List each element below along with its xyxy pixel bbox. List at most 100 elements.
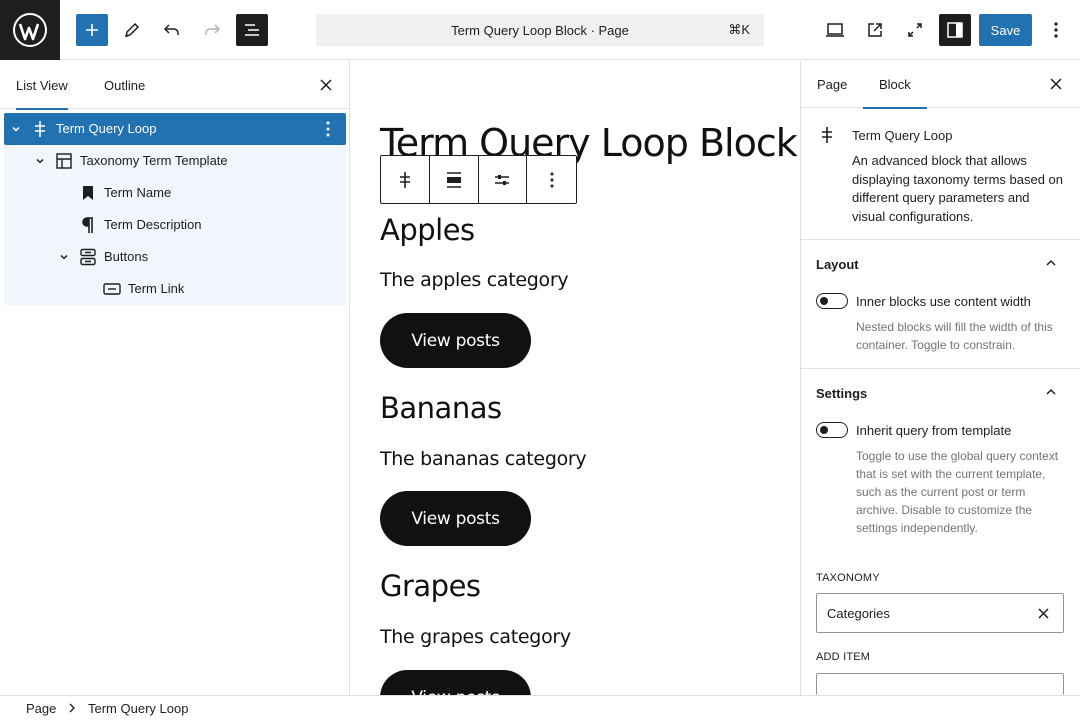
pilcrow-icon (79, 216, 97, 234)
tab-outline[interactable]: Outline (104, 61, 145, 109)
save-button[interactable]: Save (979, 14, 1032, 46)
wordpress-icon (13, 13, 47, 47)
plus-icon (86, 24, 98, 36)
more-vertical-icon (550, 172, 554, 187)
list-item-label: Buttons (104, 249, 149, 264)
chevron-down-icon[interactable] (57, 250, 71, 264)
editor-header: Term Query Loop Block · Page ⌘K Save (0, 0, 1080, 60)
divider (801, 368, 1080, 369)
chevron-down-icon[interactable] (33, 154, 47, 168)
redo-button[interactable] (196, 14, 228, 46)
term-name[interactable]: Bananas (380, 391, 502, 425)
tab-list-view[interactable]: List View (16, 61, 68, 110)
shortcut-hint: ⌘K (728, 22, 750, 37)
list-item-label: Term Query Loop (56, 121, 157, 136)
redo-icon (205, 24, 221, 35)
content-width-toggle-label: Inner blocks use content width (856, 294, 1031, 309)
close-list-view-button[interactable] (316, 75, 336, 95)
options-menu-button[interactable] (1040, 14, 1072, 46)
sidebar-tabs: Page Block (801, 61, 1080, 109)
laptop-icon (826, 23, 844, 37)
content-width-toggle[interactable] (816, 293, 848, 309)
list-view-icon (245, 24, 259, 36)
tab-block-label: Block (879, 77, 911, 92)
chevron-down-icon[interactable] (9, 122, 23, 136)
align-wide-icon (446, 171, 461, 188)
term-link-button[interactable]: View posts (380, 491, 531, 546)
document-overview-button[interactable] (236, 14, 268, 46)
query-loop-icon (31, 120, 49, 138)
add-item-label: ADD ITEM (816, 651, 871, 663)
settings-sidebar-toggle[interactable] (939, 14, 971, 46)
block-options-button[interactable] (527, 156, 576, 203)
list-item-label: Term Description (104, 217, 202, 232)
list-view-panel: List View Outline Term Query Loop Taxono… (0, 61, 350, 695)
list-item-term-description[interactable]: Term Description (4, 209, 346, 241)
tools-button[interactable] (116, 14, 148, 46)
display-settings-button[interactable] (479, 156, 528, 203)
view-page-button[interactable] (859, 14, 891, 46)
pencil-icon (124, 22, 140, 38)
block-card-description: An advanced block that allows displaying… (852, 153, 1064, 224)
block-card-title: Term Query Loop (852, 128, 953, 143)
tab-page-label: Page (817, 77, 848, 92)
chevron-up-icon[interactable] (1044, 256, 1058, 273)
inherit-query-help: Toggle to use the global query context t… (856, 449, 1059, 535)
breadcrumb-page[interactable]: Page (26, 701, 56, 716)
block-card-icon (820, 126, 834, 147)
list-item-label: Term Name (104, 185, 172, 200)
block-toolbar (380, 155, 577, 204)
list-item-term-link[interactable]: Term Link (4, 273, 346, 305)
fullscreen-button[interactable] (899, 14, 931, 46)
editor-canvas[interactable]: Term Query Loop Block Apples The apples … (351, 61, 799, 695)
chevron-up-icon[interactable] (1044, 385, 1058, 402)
command-palette-label: Term Query Loop Block · Page (451, 22, 629, 38)
undo-button[interactable] (156, 14, 188, 46)
device-preview-button[interactable] (819, 14, 851, 46)
inherit-query-toggle-label: Inherit query from template (856, 423, 1012, 438)
inherit-query-toggle[interactable] (816, 422, 848, 438)
taxonomy-select[interactable]: Categories (816, 593, 1064, 633)
expand-icon (908, 23, 922, 37)
add-item-input[interactable] (816, 673, 1064, 695)
breadcrumb-term-query-loop[interactable]: Term Query Loop (88, 701, 188, 716)
add-block-button[interactable] (76, 14, 108, 46)
template-layout-icon (55, 152, 73, 170)
tab-page[interactable]: Page (817, 61, 847, 108)
term-description[interactable]: The grapes category (380, 626, 571, 648)
settings-panel-title[interactable]: Settings (816, 386, 867, 401)
tab-outline-label: Outline (104, 77, 146, 93)
sidebar-icon (947, 22, 963, 38)
sliders-icon (495, 174, 510, 185)
block-type-button[interactable] (381, 156, 430, 203)
alignment-button[interactable] (430, 156, 479, 203)
term-link-button[interactable]: View posts (380, 313, 531, 368)
list-item-term-query-loop[interactable]: Term Query Loop (4, 113, 346, 145)
list-item-label: Term Link (128, 281, 185, 296)
layout-panel-title[interactable]: Layout (816, 257, 859, 272)
close-sidebar-button[interactable] (1046, 74, 1066, 94)
close-icon (1050, 78, 1062, 90)
term-name[interactable]: Apples (380, 213, 475, 247)
term-description[interactable]: The apples category (380, 269, 569, 291)
close-icon (320, 79, 332, 91)
bookmark-icon (79, 184, 97, 202)
term-link-button[interactable]: View posts (380, 670, 531, 695)
list-item-buttons[interactable]: Buttons (4, 241, 346, 273)
buttons-icon (79, 248, 97, 266)
list-item-term-name[interactable]: Term Name (4, 177, 346, 209)
external-link-icon (868, 23, 882, 37)
tab-list-view-label: List View (16, 77, 68, 93)
wordpress-logo-button[interactable] (0, 0, 60, 60)
list-item-label: Taxonomy Term Template (80, 153, 228, 168)
term-name[interactable]: Grapes (380, 569, 481, 603)
block-breadcrumb: Page Term Query Loop (0, 695, 1080, 720)
command-palette-button[interactable]: Term Query Loop Block · Page ⌘K (316, 14, 764, 46)
query-loop-icon (822, 127, 832, 143)
clear-icon[interactable] (1035, 605, 1051, 621)
list-item-taxonomy-term-template[interactable]: Taxonomy Term Template (4, 145, 346, 177)
tab-block[interactable]: Block (863, 61, 927, 109)
block-options-icon[interactable] (320, 121, 336, 137)
term-description[interactable]: The bananas category (380, 448, 587, 470)
taxonomy-value: Categories (827, 606, 890, 621)
